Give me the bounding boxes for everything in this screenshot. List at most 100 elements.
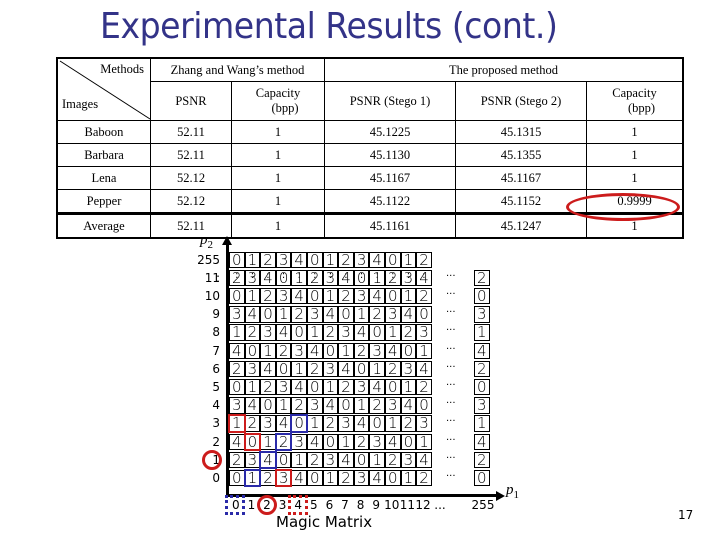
row-ellipsis: ··· bbox=[446, 343, 456, 355]
red-highlight-box bbox=[228, 414, 246, 433]
matrix-cell: 4 bbox=[385, 433, 401, 450]
y-tick-label: 6 bbox=[212, 361, 220, 376]
matrix-cell: 4 bbox=[369, 470, 385, 487]
y-tick-label: 10 bbox=[204, 289, 220, 303]
x-tick-label: 9 bbox=[372, 498, 380, 512]
magic-matrix: p2 p1 Magic Matrix 0123401234012::::::::… bbox=[0, 0, 720, 540]
matrix-cell: 3 bbox=[307, 397, 323, 414]
matrix-cell: 4 bbox=[307, 342, 323, 359]
matrix-cell: 4 bbox=[369, 288, 385, 305]
matrix-cell: 4 bbox=[291, 379, 307, 396]
matrix-cell: 1 bbox=[353, 306, 370, 323]
y-tick-label: 5 bbox=[212, 380, 220, 394]
matrix-cell: 0 bbox=[385, 379, 401, 396]
matrix-cell: 2 bbox=[260, 379, 276, 396]
matrix-cell: 4 bbox=[275, 415, 292, 432]
matrix-cell: 0 bbox=[307, 379, 323, 396]
y-axis-arrow-icon bbox=[222, 236, 232, 245]
x-tick-label: ... bbox=[434, 498, 446, 512]
matrix-cell: 1 bbox=[416, 433, 432, 450]
matrix-cell: 0 bbox=[416, 306, 432, 323]
matrix-cell: 2 bbox=[416, 288, 432, 305]
matrix-cell: 0 bbox=[229, 288, 245, 305]
blue-highlight-box bbox=[259, 450, 277, 470]
matrix-cell: 0 bbox=[307, 252, 323, 269]
matrix-cell: 3 bbox=[229, 397, 245, 414]
matrix-cell: 0 bbox=[229, 379, 245, 396]
matrix-cell: 4 bbox=[385, 342, 401, 359]
y-tick-label: 255 bbox=[197, 253, 220, 267]
row-ellipsis: ··· bbox=[446, 434, 456, 446]
matrix-cell: 0 bbox=[353, 269, 370, 287]
matrix-cell: 1 bbox=[322, 379, 339, 396]
x-axis-label-sub: 1 bbox=[513, 489, 520, 501]
matrix-cell: 0 bbox=[291, 324, 307, 341]
matrix-cell: 4 bbox=[260, 269, 276, 287]
matrix-cell-255: 3 bbox=[474, 397, 490, 414]
blue-highlight-box bbox=[290, 414, 308, 433]
matrix-cell: 1 bbox=[338, 433, 354, 450]
x-axis-label-text: p bbox=[506, 482, 514, 498]
matrix-cell: 3 bbox=[400, 269, 417, 287]
matrix-cell: 2 bbox=[244, 415, 261, 432]
row-ellipsis: ··· bbox=[446, 270, 456, 282]
matrix-cell-255: 0 bbox=[474, 379, 490, 396]
matrix-cell: 0 bbox=[369, 415, 385, 432]
x-tick-label: 8 bbox=[356, 498, 365, 512]
row-ellipsis: ··· bbox=[446, 398, 456, 410]
matrix-cell: 4 bbox=[338, 360, 354, 378]
matrix-cell: 1 bbox=[307, 415, 323, 432]
x-tick-label: 7 bbox=[341, 498, 349, 512]
row-ellipsis: ··· bbox=[446, 416, 456, 428]
y-tick-label: 9 bbox=[212, 307, 220, 322]
matrix-cell: 3 bbox=[229, 306, 245, 323]
matrix-cell: 1 bbox=[244, 379, 261, 396]
matrix-cell: 2 bbox=[338, 379, 354, 396]
row-ellipsis: ··· bbox=[446, 307, 456, 319]
matrix-cell: 0 bbox=[229, 470, 245, 487]
matrix-cell: 4 bbox=[416, 269, 432, 287]
matrix-cell: 3 bbox=[275, 379, 292, 396]
matrix-cell: 1 bbox=[275, 397, 292, 414]
matrix-caption: Magic Matrix bbox=[276, 513, 373, 531]
matrix-cell: 1 bbox=[385, 415, 401, 432]
matrix-cell: 2 bbox=[229, 451, 245, 469]
matrix-cell: 0 bbox=[229, 252, 245, 269]
row-ellipsis: ··· bbox=[446, 471, 456, 482]
matrix-cell: 3 bbox=[260, 324, 276, 341]
matrix-cell: 2 bbox=[353, 342, 370, 359]
matrix-cell: 1 bbox=[385, 324, 401, 341]
matrix-cell: 4 bbox=[275, 324, 292, 341]
row-ellipsis: ··· bbox=[446, 325, 456, 337]
matrix-cell: 1 bbox=[260, 342, 276, 359]
matrix-cell: 2 bbox=[400, 415, 417, 432]
x-axis-label: p1 bbox=[506, 482, 519, 501]
matrix-cell: 0 bbox=[307, 470, 323, 487]
matrix-cell: 0 bbox=[400, 342, 417, 359]
matrix-cell: 2 bbox=[307, 451, 323, 469]
matrix-cell: 1 bbox=[260, 433, 276, 450]
matrix-cell: 2 bbox=[416, 470, 432, 487]
matrix-cell: 2 bbox=[400, 324, 417, 341]
row-ellipsis: ··· bbox=[446, 452, 456, 464]
page-number: 17 bbox=[678, 508, 694, 522]
matrix-cell-255: 3 bbox=[474, 306, 490, 323]
red-circle-y1 bbox=[202, 449, 222, 470]
matrix-cell: 4 bbox=[416, 451, 432, 469]
x-tick-label: 10 bbox=[384, 498, 400, 512]
matrix-cell: 4 bbox=[291, 252, 307, 269]
matrix-cell: 3 bbox=[291, 342, 307, 359]
matrix-cell: 2 bbox=[244, 324, 261, 341]
row-ellipsis: ··· bbox=[446, 380, 456, 391]
matrix-cell: 0 bbox=[275, 269, 292, 287]
matrix-cell: 2 bbox=[260, 288, 276, 305]
matrix-cell: 1 bbox=[291, 360, 307, 378]
matrix-cell: 1 bbox=[400, 288, 417, 305]
matrix-cell: 3 bbox=[385, 397, 401, 414]
matrix-cell: 1 bbox=[369, 269, 385, 287]
matrix-cell: 0 bbox=[385, 252, 401, 269]
matrix-cell: 2 bbox=[416, 379, 432, 396]
matrix-cell: 0 bbox=[260, 397, 276, 414]
matrix-cell: 3 bbox=[369, 433, 385, 450]
matrix-cell: 2 bbox=[229, 360, 245, 378]
